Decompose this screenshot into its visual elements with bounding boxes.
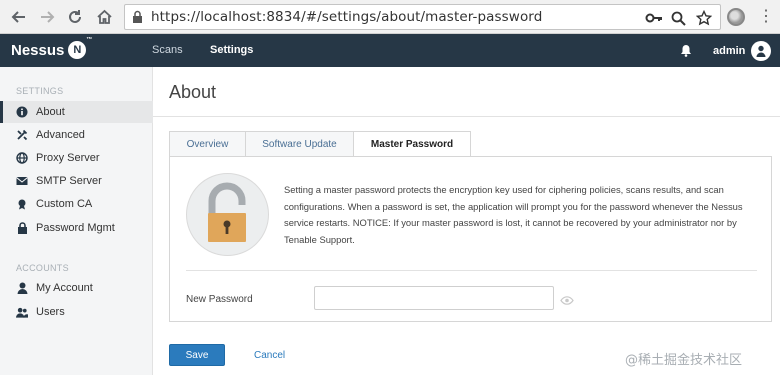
username[interactable]: admin — [713, 45, 745, 57]
sidebar-item-my-account[interactable]: My Account — [0, 277, 153, 299]
sidebar-item-users[interactable]: Users — [0, 301, 153, 323]
page-title: About — [169, 82, 217, 102]
user-avatar-icon[interactable] — [751, 41, 771, 61]
logo-badge: N ™ — [68, 37, 92, 59]
tab-software-update[interactable]: Software Update — [245, 131, 354, 157]
padlock-icon — [186, 173, 269, 256]
logo-text: Nessus — [11, 41, 65, 59]
info-icon — [16, 106, 28, 118]
extension-icon[interactable] — [727, 8, 745, 26]
sidebar-item-advanced[interactable]: Advanced — [0, 124, 153, 146]
forward-arrow-icon[interactable] — [36, 6, 58, 28]
show-password-eye-icon[interactable] — [560, 292, 574, 310]
tools-icon — [16, 129, 28, 141]
sidebar-item-password-mgmt[interactable]: Password Mgmt — [0, 217, 153, 239]
new-password-label: New Password — [186, 294, 253, 305]
new-password-field[interactable] — [314, 286, 554, 310]
sidebar-item-custom-ca[interactable]: Custom CA — [0, 193, 153, 215]
cancel-link[interactable]: Cancel — [254, 350, 285, 361]
key-icon[interactable] — [645, 9, 663, 27]
main-content: About Overview Software Update Master Pa… — [153, 67, 780, 375]
envelope-icon — [16, 175, 28, 187]
sidebar-section-settings: SETTINGS — [16, 86, 64, 96]
watermark-text: @稀土掘金技术社区 — [625, 353, 743, 368]
url-text: https://localhost:8834/#/settings/about/… — [151, 9, 543, 25]
users-icon — [16, 306, 28, 318]
zoom-icon[interactable] — [669, 9, 687, 27]
home-icon[interactable] — [93, 6, 115, 28]
tab-master-password[interactable]: Master Password — [353, 131, 471, 157]
reload-icon[interactable] — [64, 6, 86, 28]
certificate-icon — [16, 198, 28, 210]
address-bar[interactable]: https://localhost:8834/#/settings/about/… — [124, 4, 721, 30]
tab-overview[interactable]: Overview — [169, 131, 246, 157]
back-arrow-icon[interactable] — [8, 6, 30, 28]
sidebar: SETTINGS About Advanced Proxy Server SMT… — [0, 67, 153, 375]
sidebar-item-proxy-server[interactable]: Proxy Server — [0, 147, 153, 169]
lock-icon — [132, 10, 143, 29]
sidebar-section-accounts: ACCOUNTS — [16, 263, 69, 273]
app-header: Nessus N ™ Scans Settings admin — [0, 34, 780, 67]
user-icon — [16, 282, 28, 294]
master-password-description: Setting a master password protects the e… — [284, 184, 743, 245]
panel-divider — [186, 270, 757, 271]
master-password-panel: Setting a master password protects the e… — [169, 156, 772, 322]
nav-settings[interactable]: Settings — [210, 44, 253, 56]
globe-icon — [16, 152, 28, 164]
title-divider — [153, 116, 780, 117]
lock-icon — [16, 222, 28, 234]
browser-menu-icon[interactable]: ⋮ — [758, 8, 774, 26]
bell-icon[interactable] — [680, 44, 692, 62]
nav-scans[interactable]: Scans — [152, 44, 183, 56]
sidebar-item-about[interactable]: About — [0, 101, 153, 123]
browser-toolbar: https://localhost:8834/#/settings/about/… — [0, 0, 780, 34]
nessus-logo[interactable]: Nessus N ™ — [11, 37, 92, 59]
bookmark-star-icon[interactable] — [695, 9, 713, 27]
save-button[interactable]: Save — [169, 344, 225, 366]
sidebar-item-smtp-server[interactable]: SMTP Server — [0, 170, 153, 192]
